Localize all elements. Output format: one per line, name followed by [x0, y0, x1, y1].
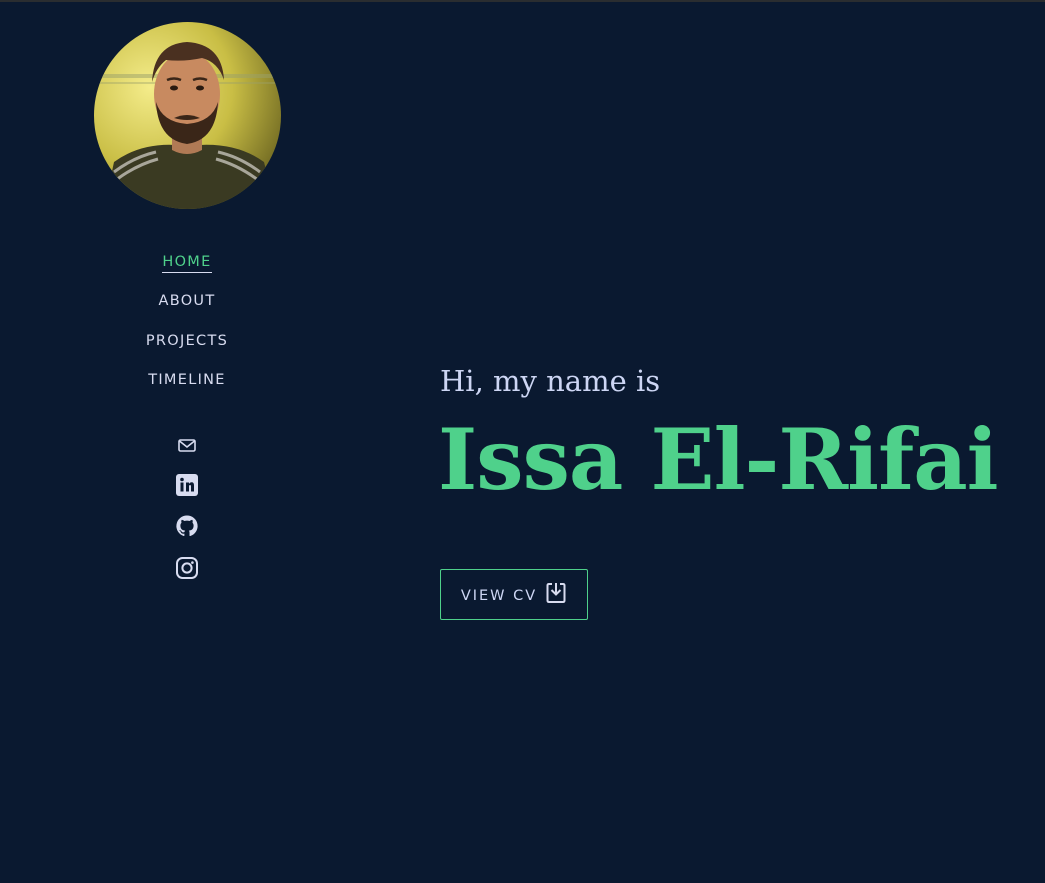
github-icon[interactable] [174, 513, 200, 539]
nav-item-projects[interactable]: PROJECTS [0, 333, 374, 351]
instagram-icon[interactable] [174, 555, 200, 581]
view-cv-label: VIEW CV [460, 587, 538, 604]
linkedin-icon[interactable] [174, 472, 200, 498]
nav-item-home[interactable]: HOME [0, 254, 374, 273]
nav-item-about[interactable]: ABOUT [0, 293, 374, 311]
nav-item-label: ABOUT [158, 293, 216, 309]
nav-item-timeline[interactable]: TIMELINE [0, 372, 374, 390]
nav-item-label: HOME [162, 254, 212, 273]
sidebar: HOME ABOUT PROJECTS TIMELINE [0, 0, 374, 883]
download-file-icon [545, 581, 567, 609]
nav-item-label: TIMELINE [148, 372, 226, 388]
avatar [94, 22, 281, 209]
mail-icon[interactable] [174, 432, 200, 458]
hero-name: Issa El-Rifai [438, 410, 999, 509]
hero-intro: Hi, my name is [440, 364, 661, 398]
nav-item-label: PROJECTS [145, 333, 229, 349]
view-cv-button[interactable]: VIEW CV [440, 569, 588, 620]
